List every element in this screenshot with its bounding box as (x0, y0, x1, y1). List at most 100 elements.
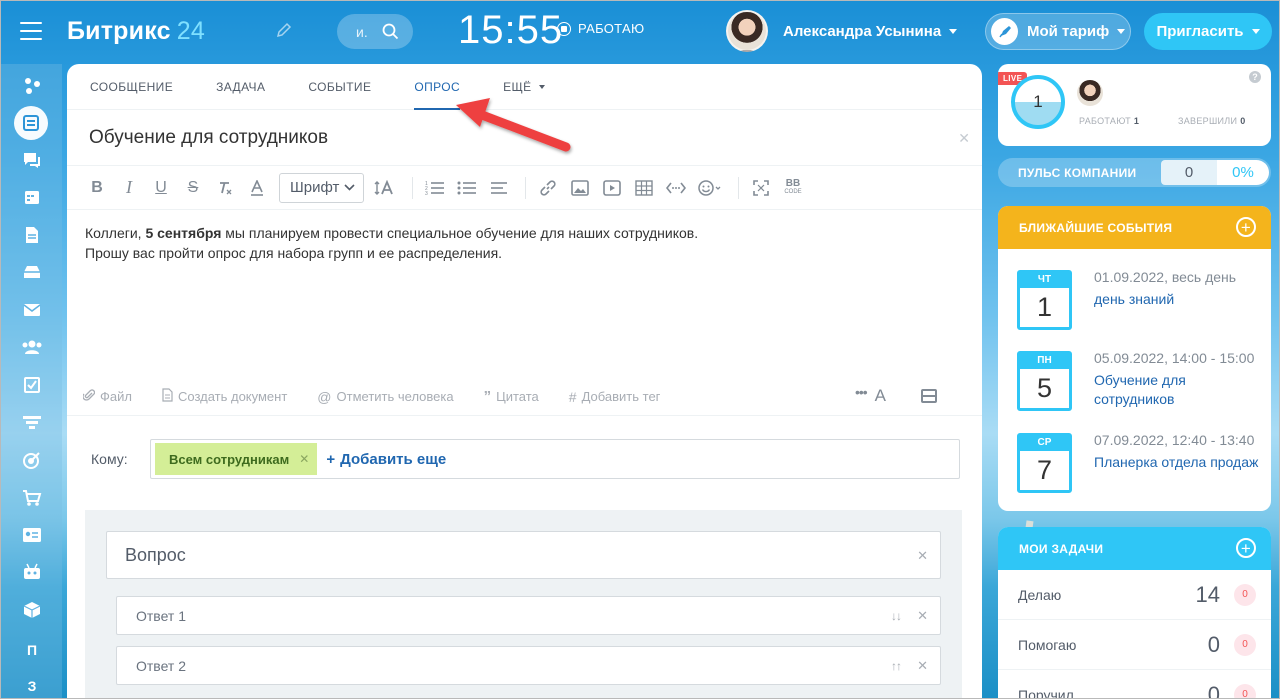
close-icon[interactable]: ✕ (958, 130, 970, 147)
cart-icon[interactable] (20, 486, 44, 510)
svg-text:3: 3 (425, 191, 428, 196)
move-up-icon[interactable]: ↑↑ (891, 659, 902, 673)
recipient-chip[interactable]: Всем сотрудникам ✕ (155, 443, 318, 475)
tab-task[interactable]: ЗАДАЧА (216, 64, 265, 110)
tab-message[interactable]: СООБЩЕНИЕ (90, 64, 173, 110)
fullscreen-icon[interactable] (747, 173, 775, 203)
recipient-chip-label: Всем сотрудникам (169, 451, 290, 467)
invite-label: Пригласить (1156, 23, 1244, 40)
add-task-icon[interactable]: + (1236, 538, 1256, 558)
menu-burger-icon[interactable] (20, 22, 42, 40)
tasks-icon[interactable] (20, 373, 44, 397)
recipients-field[interactable]: Всем сотрудникам ✕ + Добавить еще (150, 439, 960, 479)
panel-toggle-icon[interactable] (921, 389, 937, 403)
text-format-toggle-button[interactable]: ••• A (855, 384, 886, 406)
image-icon[interactable] (566, 173, 594, 203)
calendar-icon[interactable] (20, 185, 44, 209)
tab-poll[interactable]: ОПРОС (414, 64, 460, 110)
align-icon[interactable] (485, 173, 513, 203)
poll-answer-input[interactable]: Ответ 2 ↑↑ ✕ (116, 646, 941, 685)
recipients-row: Кому: Всем сотрудникам ✕ + Добавить еще (67, 416, 982, 502)
move-down-icon[interactable]: ↓↓ (891, 609, 902, 623)
table-icon[interactable] (630, 173, 658, 203)
add-tag-button[interactable]: # Добавить тег (569, 389, 661, 405)
mail-icon[interactable] (20, 298, 44, 322)
event-item[interactable]: СР 7 07.09.2022, 12:40 - 13:40 Планерка о… (1017, 432, 1258, 495)
bold-button[interactable]: B (83, 173, 111, 203)
avatar[interactable] (1077, 80, 1103, 106)
my-tariff-button[interactable]: Мой тариф (985, 13, 1131, 50)
delete-answer-icon[interactable]: ✕ (917, 658, 928, 674)
tab-more[interactable]: ЕЩЁ (503, 64, 545, 110)
post-title[interactable]: Обучение для сотрудников (89, 127, 328, 149)
message-editor[interactable]: Коллеги, 5 сентября мы планируем провест… (67, 210, 982, 378)
pencil-icon[interactable] (276, 22, 292, 38)
poll-answer-input[interactable]: Ответ 1 ↓↓ ✕ (116, 596, 941, 635)
drive-icon[interactable] (20, 260, 44, 284)
events-title[interactable]: БЛИЖАЙШИЕ СОБЫТИЯ (1019, 221, 1172, 235)
document-icon[interactable] (20, 223, 44, 247)
event-item[interactable]: ПН 5 05.09.2022, 14:00 - 15:00 Обучение д… (1017, 350, 1257, 413)
video-icon[interactable] (598, 173, 626, 203)
tariff-label: Мой тариф (1027, 23, 1110, 40)
add-recipient-link[interactable]: + Добавить еще (326, 451, 446, 468)
sidebar-item-letter-z[interactable]: З (20, 674, 44, 698)
chart-dots-icon[interactable] (20, 74, 44, 98)
remove-chip-icon[interactable]: ✕ (299, 452, 309, 466)
quote-button[interactable]: ” Цитата (484, 388, 539, 405)
link-icon[interactable] (534, 173, 562, 203)
company-pulse[interactable]: ПУЛЬС КОМПАНИИ 0 0% (998, 158, 1271, 187)
bbcode-toggle-button[interactable]: BB CODE (779, 173, 807, 203)
sidebar-item-letter-p[interactable]: П (20, 638, 44, 662)
work-status-button[interactable]: РАБОТАЮ (557, 21, 644, 36)
title-field[interactable]: Обучение для сотрудников ✕ (67, 110, 982, 166)
task-counter-row[interactable]: Делаю 14 0 (998, 570, 1271, 620)
task-counter-row[interactable]: Помогаю 0 0 (998, 620, 1271, 670)
text-color-icon[interactable] (243, 173, 271, 203)
mention-button[interactable]: @ Отметить человека (317, 389, 453, 405)
chat-icon[interactable] (20, 148, 44, 172)
clock[interactable]: 15:55 (458, 8, 563, 53)
box-icon[interactable] (20, 598, 44, 622)
tasks-title[interactable]: МОИ ЗАДАЧИ (1019, 542, 1103, 556)
paperclip-icon (82, 388, 96, 405)
font-select[interactable]: Шрифт (279, 172, 364, 203)
bullet-list-icon[interactable] (453, 173, 481, 203)
event-title-link[interactable]: Планерка отдела продаж (1094, 453, 1264, 472)
search-icon[interactable] (382, 23, 399, 40)
strikethrough-button[interactable]: S (179, 173, 207, 203)
group-icon[interactable] (20, 335, 44, 359)
font-size-icon[interactable] (370, 173, 400, 203)
feed-icon[interactable] (14, 106, 48, 140)
invite-button[interactable]: Пригласить (1144, 13, 1272, 50)
code-icon[interactable] (662, 173, 690, 203)
underline-button[interactable]: U (147, 173, 175, 203)
help-icon[interactable]: ? (1249, 71, 1261, 83)
create-document-button[interactable]: Создать документ (162, 388, 287, 405)
funnel-icon[interactable] (20, 411, 44, 435)
clear-format-icon[interactable] (211, 173, 239, 203)
italic-button[interactable]: I (115, 173, 143, 203)
event-item[interactable]: ЧТ 1 01.09.2022, весь день день знаний (1017, 269, 1257, 332)
event-day: 7 (1036, 455, 1053, 485)
live-counter[interactable]: 1 (1011, 75, 1065, 129)
delete-question-icon[interactable]: ✕ (917, 548, 928, 564)
create-document-label: Создать документ (177, 389, 288, 404)
event-title-link[interactable]: день знаний (1094, 290, 1264, 309)
add-event-icon[interactable]: + (1236, 217, 1256, 237)
event-title-link[interactable]: Обучение для сотрудников (1094, 371, 1264, 409)
search-input[interactable]: и. (337, 14, 413, 49)
numbered-list-icon[interactable]: 123 (421, 173, 449, 203)
delete-answer-icon[interactable]: ✕ (917, 608, 928, 624)
emoji-icon[interactable] (694, 173, 726, 203)
target-icon[interactable] (20, 448, 44, 472)
robot-icon[interactable] (20, 560, 44, 584)
tab-event[interactable]: СОБЫТИЕ (308, 64, 371, 110)
poll-question-input[interactable]: Вопрос ✕ (106, 531, 941, 579)
attach-file-button[interactable]: Файл (82, 388, 132, 405)
search-placeholder: и. (356, 23, 368, 40)
user-menu[interactable]: Александра Усынина (726, 10, 958, 52)
task-counter-row[interactable]: Поручил 0 0 (998, 670, 1271, 699)
contact-card-icon[interactable] (20, 523, 44, 547)
logo[interactable]: Битрикс 24 (67, 17, 205, 46)
